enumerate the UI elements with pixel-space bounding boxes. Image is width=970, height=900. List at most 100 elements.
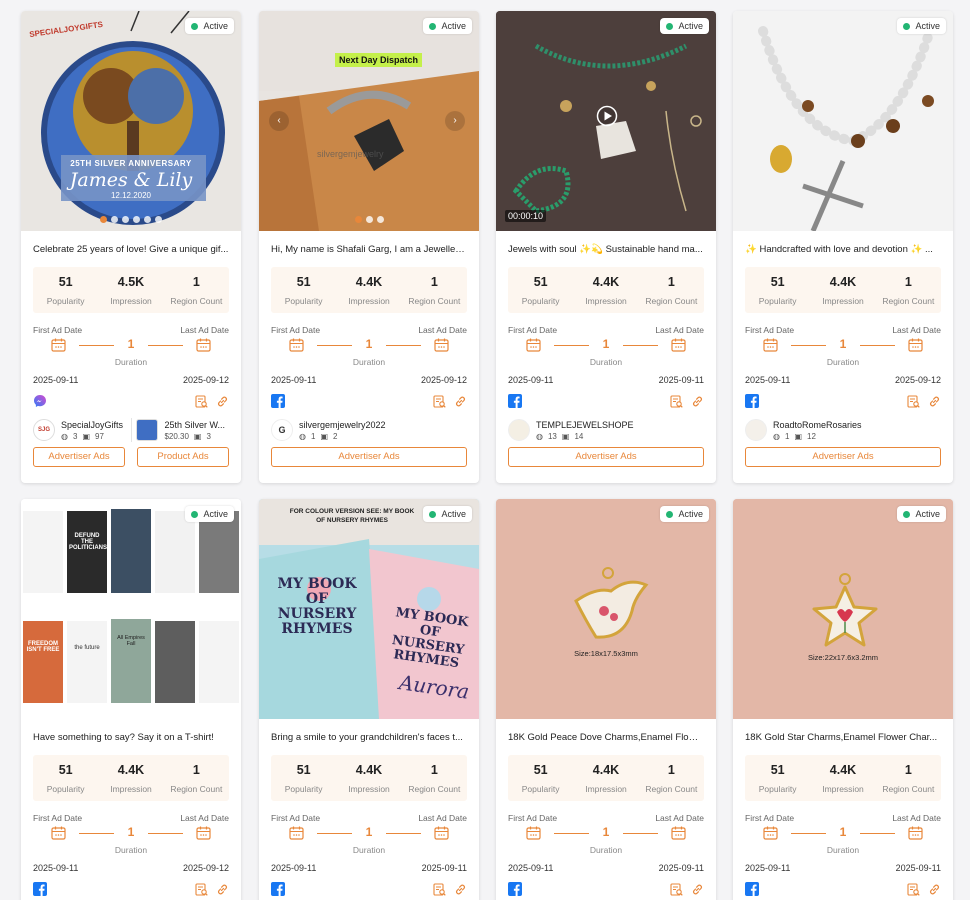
ad-card[interactable]: FOR COLOUR VERSION SEE: MY BOOK OF NURSE… [259, 499, 479, 900]
carousel-prev-button[interactable]: ‹ [269, 111, 289, 131]
product-ads-button[interactable]: Product Ads [137, 447, 229, 467]
last-ad-date-label: Last Ad Date [418, 813, 467, 823]
metrics-panel: 51 Popularity 4.4K Impression 1 Region Coun… [33, 755, 229, 801]
advertiser-row: RoadtoRomeRosaries ◍ 1 ▣ 12 [745, 417, 941, 443]
ad-image[interactable]: Size:18x17.5x3mm Active [496, 499, 716, 719]
advertiser-info[interactable]: G silvergemjewelry2022 ◍ 1 ▣ 2 [271, 419, 386, 441]
link-icon[interactable] [216, 883, 229, 896]
ad-detail-icon[interactable] [670, 882, 683, 896]
creatives-count-icon: ▣ [794, 431, 802, 441]
tshirts-image [21, 499, 241, 719]
impression-value: 4.4K [117, 763, 145, 777]
first-ad-date-label: First Ad Date [33, 813, 83, 823]
link-icon[interactable] [454, 883, 467, 896]
popularity-label: Popularity [521, 296, 560, 306]
tool-row [508, 393, 704, 409]
impression-label: Impression [585, 784, 627, 794]
carousel-dots[interactable] [259, 216, 479, 223]
product-info[interactable]: 25th Silver W... $20.30 ▣ 3 [136, 419, 229, 441]
last-ad-date-label: Last Ad Date [892, 325, 941, 335]
ad-dates: First Ad Date Last Ad Date 1 Duration 20… [508, 325, 704, 385]
facebook-icon [745, 882, 759, 896]
ad-dates: First Ad Date Last Ad Date 1 Duration 20… [33, 325, 229, 385]
last-ad-date-label: Last Ad Date [418, 325, 467, 335]
link-icon[interactable] [928, 395, 941, 408]
last-ad-date: 2025-09-11 [421, 863, 467, 873]
ad-detail-icon[interactable] [907, 882, 920, 896]
advertiser-row: G silvergemjewelry2022 ◍ 1 ▣ 2 [271, 417, 467, 443]
advertiser-ads-button[interactable]: Advertiser Ads [508, 447, 704, 467]
facebook-icon [508, 882, 522, 896]
ad-card[interactable]: Next Day Dispatch silvergemjewelry ‹ › A… [259, 11, 479, 483]
ad-dates: First Ad Date Last Ad Date 1 Duration 20… [508, 813, 704, 873]
ad-card[interactable]: DEFUND THE POLITICIANS FREEDOM ISN'T FRE… [21, 499, 241, 900]
messenger-icon [34, 395, 46, 407]
ad-detail-icon[interactable] [433, 882, 446, 896]
ad-detail-icon[interactable] [433, 394, 446, 408]
carousel-dots[interactable] [21, 216, 241, 223]
ad-detail-icon[interactable] [195, 394, 208, 408]
region-count-value: 1 [904, 763, 912, 777]
ad-image[interactable]: Next Day Dispatch silvergemjewelry ‹ › A… [259, 11, 479, 231]
ad-card[interactable]: Size:18x17.5x3mm Active 18K Gold Peace D… [496, 499, 716, 900]
impression-value: 4.5K [117, 275, 145, 289]
ad-dates: First Ad Date Last Ad Date 1 Duration 20… [33, 813, 229, 873]
avatar: G [271, 419, 293, 441]
ad-card[interactable]: SPECIALJOYGIFTS 25TH SILVER ANNIVERSARY … [21, 11, 241, 483]
impression-value: 4.4K [592, 763, 620, 777]
ad-card[interactable]: Size:22x17.6x3.2mm Active 18K Gold Star … [733, 499, 953, 900]
ad-image[interactable]: Active [733, 11, 953, 231]
popularity-value: 51 [296, 763, 311, 777]
link-icon[interactable] [691, 883, 704, 896]
last-ad-date: 2025-09-11 [895, 863, 941, 873]
last-ad-date: 2025-09-12 [182, 375, 229, 385]
active-dot-icon [429, 22, 437, 30]
popularity-label: Popularity [284, 296, 323, 306]
ad-detail-icon[interactable] [670, 394, 683, 408]
advertiser-ads-button[interactable]: Advertiser Ads [745, 447, 941, 467]
advertiser-info[interactable]: RoadtoRomeRosaries ◍ 1 ▣ 12 [745, 419, 862, 441]
ad-image[interactable]: Size:22x17.6x3.2mm Active [733, 499, 953, 719]
popularity-label: Popularity [46, 784, 85, 794]
ad-card[interactable]: 00:00:10 Active Jewels with soul ✨💫 Sust… [496, 11, 716, 483]
popularity-label: Popularity [46, 296, 85, 306]
region-count-value: 1 [667, 763, 675, 777]
ad-card[interactable]: Active ✨ Handcrafted with love and devot… [733, 11, 953, 483]
first-ad-date: 2025-09-11 [271, 863, 317, 873]
advertiser-ads-button[interactable]: Advertiser Ads [33, 447, 125, 467]
link-icon[interactable] [454, 395, 467, 408]
impression-label: Impression [348, 784, 390, 794]
calendar-icon [671, 338, 686, 352]
link-icon[interactable] [216, 395, 229, 408]
ad-detail-icon[interactable] [195, 882, 208, 896]
link-icon[interactable] [928, 883, 941, 896]
active-dot-icon [666, 510, 674, 518]
size-label: Size:18x17.5x3mm [574, 649, 638, 658]
region-count-value: 1 [904, 275, 912, 289]
book-top-text: FOR COLOUR VERSION SEE: MY BOOK OF NURSE… [289, 508, 415, 524]
product-price: $20.30 [164, 431, 189, 441]
tool-row [271, 393, 467, 409]
popularity-value: 51 [58, 275, 73, 289]
ad-image[interactable]: DEFUND THE POLITICIANS FREEDOM ISN'T FRE… [21, 499, 241, 719]
advertiser-ads-button[interactable]: Advertiser Ads [271, 447, 467, 467]
first-ad-date: 2025-09-11 [508, 375, 554, 385]
tshirt-text-3: the future [74, 645, 100, 651]
ad-detail-icon[interactable] [907, 394, 920, 408]
carousel-next-button[interactable]: › [445, 111, 465, 131]
duration-label: Duration [352, 357, 386, 367]
status-badge: Active [897, 506, 946, 522]
ad-caption: 18K Gold Star Charms,Enamel Flower Char.… [745, 732, 938, 743]
link-icon[interactable] [691, 395, 704, 408]
advertiser-info[interactable]: TEMPLEJEWELSHOPE ◍ 13 ▣ 14 [508, 419, 634, 441]
impression-label: Impression [110, 784, 152, 794]
advertiser-row: SJG SpecialJoyGifts ◍ 3 ▣ 97 25th Silver W..… [33, 417, 229, 443]
status-badge: Active [423, 506, 472, 522]
calendar-icon [196, 826, 211, 840]
advertiser-info[interactable]: SJG SpecialJoyGifts ◍ 3 ▣ 97 [33, 419, 127, 441]
play-icon[interactable] [596, 105, 618, 127]
ad-image[interactable]: FOR COLOUR VERSION SEE: MY BOOK OF NURSE… [259, 499, 479, 719]
ad-image[interactable]: SPECIALJOYGIFTS 25TH SILVER ANNIVERSARY … [21, 11, 241, 231]
ad-video[interactable]: 00:00:10 Active [496, 11, 716, 231]
advertiser-row: TEMPLEJEWELSHOPE ◍ 13 ▣ 14 [508, 417, 704, 443]
